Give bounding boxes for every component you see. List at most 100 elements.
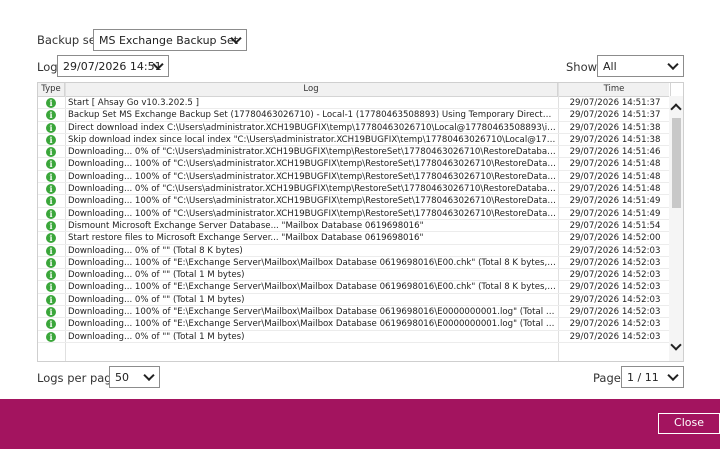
scrollbar-thumb[interactable] [672, 118, 681, 208]
info-icon: i [46, 331, 56, 342]
log-time: 29/07/2026 14:52:03 [569, 307, 661, 318]
column-header-type[interactable]: Type [38, 83, 65, 96]
log-time: 29/07/2026 14:52:00 [569, 233, 661, 244]
table-row[interactable]: i Downloading... 0% of "" (Total 8 K byte… [38, 245, 669, 257]
info-icon: i [46, 196, 56, 207]
log-time: 29/07/2026 14:52:03 [569, 245, 661, 256]
info-icon: i [46, 159, 56, 170]
logs-per-page-select[interactable]: 50 [109, 366, 160, 388]
info-icon: i [46, 122, 56, 133]
log-message: Downloading... 0% of "" (Total 1 M bytes… [68, 294, 245, 305]
log-message: Downloading... 100% of "E:\Exchange Serv… [68, 257, 556, 268]
log-label: Log [37, 60, 58, 74]
info-icon: i [46, 270, 56, 281]
table-row[interactable]: i Downloading... 0% of "" (Total 1 M byte… [38, 294, 669, 307]
log-message: Downloading... 100% of "E:\Exchange Serv… [68, 307, 556, 318]
close-button[interactable]: Close [658, 413, 720, 434]
table-row[interactable]: i Downloading... 100% of "E:\Exchange Ser… [38, 257, 669, 270]
backup-set-label: Backup set [37, 33, 101, 47]
chevron-down-icon [667, 58, 679, 71]
log-select[interactable]: 29/07/2026 14:51 [57, 55, 169, 77]
log-time: 29/07/2026 14:51:49 [569, 208, 661, 219]
vertical-scrollbar[interactable] [669, 96, 683, 361]
info-icon: i [46, 208, 56, 219]
logs-per-page-value: 50 [115, 370, 129, 384]
log-time: 29/07/2026 14:51:37 [569, 110, 661, 121]
log-time: 29/07/2026 14:52:03 [569, 257, 661, 268]
scroll-down-icon[interactable] [670, 339, 682, 351]
info-icon: i [46, 134, 56, 145]
table-row[interactable]: i Downloading... 100% of "C:\Users\admini… [38, 171, 669, 184]
log-message: Dismount Microsoft Exchange Server Datab… [68, 220, 424, 231]
table-body: i Start [ Ahsay Go v10.3.202.5 ] 29/07/202… [38, 97, 669, 343]
log-value: 29/07/2026 14:51 [63, 59, 162, 73]
log-message: Skip download index since local index "C… [68, 134, 556, 145]
chevron-down-icon [667, 369, 679, 382]
info-icon: i [46, 245, 56, 256]
log-message: Start [ Ahsay Go v10.3.202.5 ] [68, 98, 199, 108]
info-icon: i [46, 233, 56, 244]
log-time: 29/07/2026 14:51:48 [569, 171, 661, 182]
table-row[interactable]: i Direct download index C:\Users\administ… [38, 122, 669, 134]
page-select[interactable]: 1 / 11 [621, 366, 684, 388]
log-message: Downloading... 0% of "" (Total 1 M bytes… [68, 270, 245, 281]
table-row[interactable]: i Backup Set MS Exchange Backup Set (1778… [38, 109, 669, 122]
log-time: 29/07/2026 14:52:03 [569, 331, 661, 342]
log-message: Downloading... 0% of "" (Total 1 M bytes… [68, 331, 245, 342]
table-row[interactable]: i Downloading... 100% of "C:\Users\admini… [38, 195, 669, 208]
column-header-time[interactable]: Time [558, 83, 671, 96]
backup-set-select[interactable]: MS Exchange Backup Set [93, 29, 247, 51]
table-row[interactable]: i Downloading... 0% of "" (Total 1 M byte… [38, 269, 669, 282]
log-message: Downloading... 100% of "E:\Exchange Serv… [68, 319, 556, 330]
log-time: 29/07/2026 14:52:03 [569, 319, 661, 330]
table-row[interactable]: i Downloading... 100% of "C:\Users\admini… [38, 208, 669, 220]
info-icon: i [46, 307, 56, 318]
log-time: 29/07/2026 14:51:37 [569, 98, 661, 108]
table-row[interactable]: i Skip download index since local index "… [38, 134, 669, 147]
column-header-log[interactable]: Log [65, 83, 558, 96]
log-time: 29/07/2026 14:51:38 [569, 134, 661, 145]
show-select[interactable]: All [597, 55, 684, 77]
table-row[interactable]: i Downloading... 100% of "C:\Users\admini… [38, 158, 669, 171]
log-message: Downloading... 100% of "C:\Users\adminis… [68, 159, 556, 170]
table-row[interactable]: i Start [ Ahsay Go v10.3.202.5 ] 29/07/202… [38, 97, 669, 110]
log-message: Downloading... 0% of "C:\Users\administr… [68, 147, 556, 158]
info-icon: i [46, 294, 56, 305]
log-time: 29/07/2026 14:52:03 [569, 294, 661, 305]
table-row[interactable]: i Downloading... 100% of "E:\Exchange Ser… [38, 281, 669, 294]
log-message: Downloading... 100% of "C:\Users\adminis… [68, 208, 556, 219]
logs-per-page-label: Logs per page [37, 371, 119, 385]
table-row[interactable]: i Start restore files to Microsoft Exchan… [38, 232, 669, 245]
log-message: Downloading... 100% of "E:\Exchange Serv… [68, 282, 556, 293]
table-row[interactable]: i Downloading... 0% of "C:\Users\administ… [38, 146, 669, 159]
table-row[interactable]: i Downloading... 100% of "E:\Exchange Ser… [38, 318, 669, 331]
table-row[interactable]: i Downloading... 100% of "E:\Exchange Ser… [38, 306, 669, 319]
log-message: Start restore files to Microsoft Exchang… [68, 233, 424, 244]
info-icon: i [46, 110, 56, 121]
log-time: 29/07/2026 14:51:48 [569, 159, 661, 170]
log-table: Type Log Time i Start [ Ahsay Go v10.3.20… [37, 82, 684, 362]
backup-set-value: MS Exchange Backup Set [99, 33, 239, 47]
log-message: Downloading... 100% of "C:\Users\adminis… [68, 196, 556, 207]
page-value: 1 / 11 [627, 370, 659, 384]
info-icon: i [46, 184, 56, 195]
log-message: Direct download index C:\Users\administr… [68, 122, 556, 133]
log-time: 29/07/2026 14:51:54 [569, 220, 661, 231]
chevron-down-icon [143, 369, 155, 382]
info-icon: i [46, 171, 56, 182]
log-time: 29/07/2026 14:51:38 [569, 122, 661, 133]
scroll-up-icon[interactable] [670, 103, 682, 115]
table-row[interactable]: i Dismount Microsoft Exchange Server Data… [38, 220, 669, 233]
table-row[interactable]: i Downloading... 0% of "" (Total 1 M byte… [38, 331, 669, 343]
log-message: Downloading... 0% of "C:\Users\administr… [68, 184, 556, 195]
log-message: Downloading... 100% of "C:\Users\adminis… [68, 171, 556, 182]
info-icon: i [46, 98, 56, 108]
info-icon: i [46, 282, 56, 293]
footer-bar [0, 399, 720, 449]
show-label: Show [566, 60, 598, 74]
table-row[interactable]: i Downloading... 0% of "C:\Users\administ… [38, 183, 669, 196]
show-value: All [603, 59, 617, 73]
log-message: Backup Set MS Exchange Backup Set (17780… [68, 110, 556, 121]
info-icon: i [46, 220, 56, 231]
info-icon: i [46, 147, 56, 158]
